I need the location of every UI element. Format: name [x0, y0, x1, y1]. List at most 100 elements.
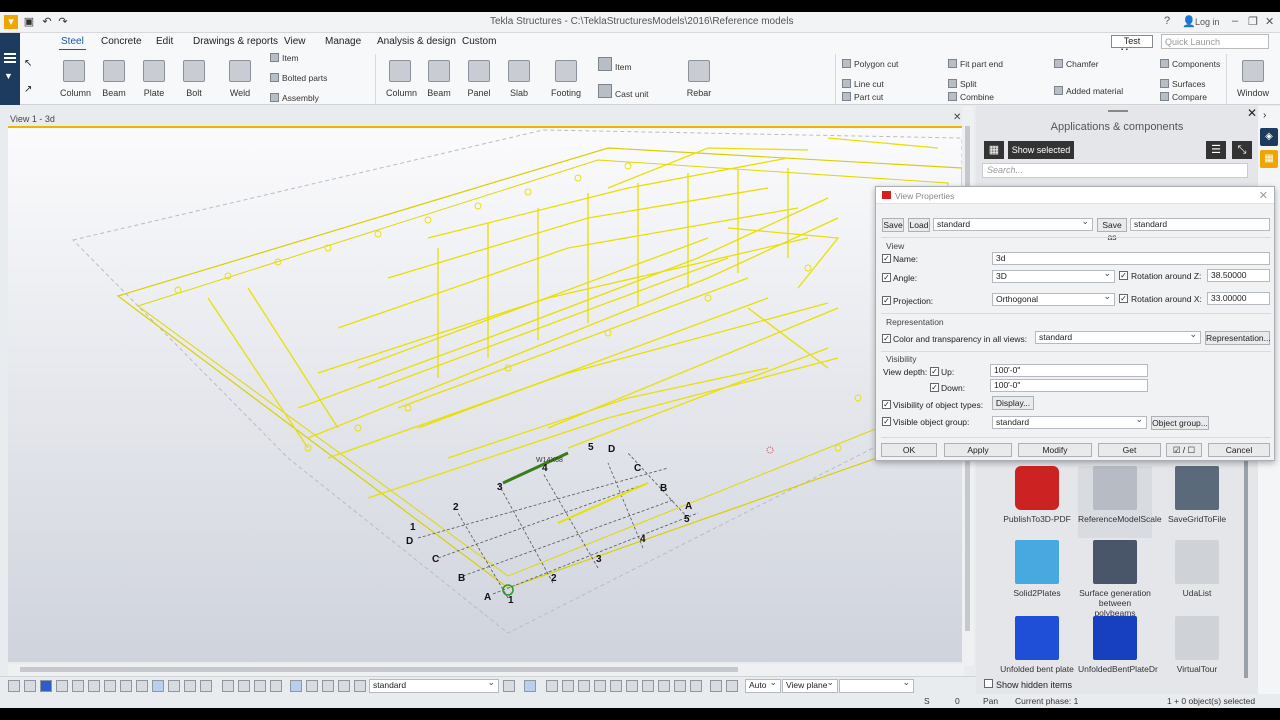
concrete-item-button[interactable]: Item [598, 57, 632, 72]
cast-unit-button[interactable]: Cast unit [598, 84, 649, 99]
select-weld-icon[interactable] [136, 680, 148, 692]
help-icon[interactable]: ? [1164, 15, 1170, 27]
view-depth-down-checkbox[interactable]: ✓ [930, 383, 939, 392]
assembly-button[interactable]: Assembly [270, 93, 319, 103]
applications-icon[interactable]: ▦ [1260, 150, 1278, 168]
item-small-button[interactable]: Item [270, 53, 299, 63]
restore-icon[interactable]: ❐ [1248, 15, 1258, 28]
save-as-field[interactable]: standard [1130, 218, 1270, 231]
panel-close-icon[interactable]: ✕ [1247, 106, 1257, 120]
user-icon[interactable]: 👤 [1182, 15, 1196, 28]
select-reference-icon[interactable] [238, 680, 250, 692]
part-cut-button[interactable]: Part cut [842, 92, 883, 102]
collapse-icon[interactable]: ⤡ [1232, 141, 1252, 159]
list-view-icon[interactable]: ☰ [1206, 141, 1226, 159]
concrete-beam-button[interactable]: Beam [425, 60, 453, 98]
visible-object-group-select[interactable]: standard [992, 414, 1147, 429]
modify-button[interactable]: Modify [1018, 443, 1092, 457]
save-as-button[interactable]: Save as [1097, 218, 1127, 242]
rotation-x-field[interactable]: 33.00000 [1207, 292, 1270, 305]
select-grid-icon[interactable] [104, 680, 116, 692]
app-logo-icon[interactable]: ▾ [4, 15, 18, 29]
rotation-x-checkbox[interactable]: ✓ [1119, 294, 1128, 303]
color-transparency-select[interactable]: standard [1035, 329, 1201, 344]
select-bolt-icon[interactable] [120, 680, 132, 692]
filter-settings-icon[interactable] [503, 680, 515, 692]
snap-mode-select[interactable]: Auto [745, 677, 781, 693]
plate-button[interactable]: Plate [140, 60, 168, 98]
chamfer-button[interactable]: Chamfer [1054, 59, 1099, 69]
select-surface-icon[interactable] [222, 680, 234, 692]
split-button[interactable]: Split [948, 79, 977, 89]
snap-arrow-icon[interactable]: ↗ [24, 84, 32, 95]
snap-center-icon[interactable] [354, 680, 366, 692]
snap-perpendicular-icon[interactable] [610, 680, 622, 692]
representation-button[interactable]: Representation... [1205, 331, 1271, 345]
view-depth-up-checkbox[interactable]: ✓ [930, 367, 939, 376]
app-item-unfolded-bent-plate-dr[interactable]: UnfoldedBentPlateDr [1078, 616, 1158, 674]
bolt-button[interactable]: Bolt [180, 60, 208, 98]
rotation-z-checkbox[interactable]: ✓ [1119, 271, 1128, 280]
load-button[interactable]: Load [908, 218, 930, 232]
object-group-button[interactable]: Object group... [1151, 416, 1209, 430]
load-settings-select[interactable]: standard [933, 216, 1093, 231]
select-arrow-icon[interactable]: ↖ [24, 58, 32, 69]
model-3d[interactable]: W14X68 5 D 4 C 3 B 2 A 5 1 D 4 C 3 B 2 A… [8, 128, 962, 662]
snap-geometry-icon[interactable] [546, 680, 558, 692]
snap-parallel-icon[interactable] [690, 680, 702, 692]
column-button[interactable]: Column [60, 60, 91, 98]
select-measure-icon[interactable] [270, 680, 282, 692]
tab-drawings-reports[interactable]: Drawings & reports [193, 36, 278, 47]
app-item-udalist[interactable]: UdaList [1160, 540, 1234, 598]
selection-filter-select[interactable]: standard [369, 677, 499, 693]
panel-scrollbar[interactable] [1244, 458, 1248, 678]
model-viewport[interactable]: W14X68 5 D 4 C 3 B 2 A 5 1 D 4 C 3 B 2 A… [8, 126, 962, 662]
snap-extension-icon[interactable] [674, 680, 686, 692]
name-checkbox[interactable]: ✓ [882, 254, 891, 263]
tab-concrete[interactable]: Concrete [101, 36, 142, 47]
chevron-down-icon[interactable]: ▼ [4, 71, 13, 81]
app-item-surface-generation[interactable]: Surface generation between polybeams [1078, 540, 1152, 618]
slab-button[interactable]: Slab [505, 60, 533, 98]
select-component-icon[interactable] [72, 680, 84, 692]
tab-manage[interactable]: Manage [325, 36, 361, 47]
select-object-icon[interactable] [40, 680, 52, 692]
panel-grip[interactable] [1108, 110, 1128, 112]
footing-button[interactable]: Footing [550, 60, 582, 98]
snap-grid-icon[interactable] [306, 680, 318, 692]
app-item-publish3dpdf[interactable]: PublishTo3D-PDF [1000, 466, 1074, 524]
menu-icon[interactable] [4, 53, 16, 55]
weld-button[interactable]: Weld [226, 60, 254, 98]
projection-select[interactable]: Orthogonal [992, 291, 1115, 306]
line-cut-button[interactable]: Line cut [842, 79, 884, 89]
visibility-object-types-checkbox[interactable]: ✓ [882, 400, 891, 409]
select-part-icon[interactable] [24, 680, 36, 692]
snap-intersection-icon[interactable] [594, 680, 606, 692]
app-item-savegridtofile[interactable]: SaveGridToFile [1160, 466, 1234, 524]
minimize-icon[interactable]: – [1232, 15, 1238, 27]
search-input[interactable]: Search... [982, 163, 1248, 178]
snap-zoom-icon[interactable] [726, 680, 738, 692]
tab-edit[interactable]: Edit [156, 36, 173, 47]
bolted-parts-button[interactable]: Bolted parts [270, 73, 327, 83]
projection-checkbox[interactable]: ✓ [882, 296, 891, 305]
select-line-icon[interactable] [88, 680, 100, 692]
snap-icon[interactable] [290, 680, 302, 692]
dialog-close-icon[interactable]: ✕ [1259, 189, 1268, 202]
toggle-checkboxes-button[interactable]: ☑ / ☐ [1166, 443, 1202, 457]
tab-analysis-design[interactable]: Analysis & design [377, 36, 456, 47]
polygon-cut-button[interactable]: Polygon cut [842, 59, 898, 69]
combine-button[interactable]: Combine [948, 92, 994, 102]
select-plane-icon[interactable] [168, 680, 180, 692]
added-material-button[interactable]: Added material [1054, 86, 1123, 96]
select-point-icon[interactable] [184, 680, 196, 692]
angle-checkbox[interactable]: ✓ [882, 273, 891, 282]
command-select[interactable] [839, 677, 914, 693]
view-close-icon[interactable]: ✕ [953, 112, 961, 123]
view-depth-up-field[interactable]: 100'-0" [990, 364, 1148, 377]
test-menu-button[interactable]: Test Menu [1111, 35, 1153, 57]
snap-circle-icon[interactable] [578, 680, 590, 692]
show-hidden-checkbox[interactable] [984, 679, 993, 688]
select-cut-icon[interactable] [152, 680, 164, 692]
select-view-icon[interactable] [254, 680, 266, 692]
